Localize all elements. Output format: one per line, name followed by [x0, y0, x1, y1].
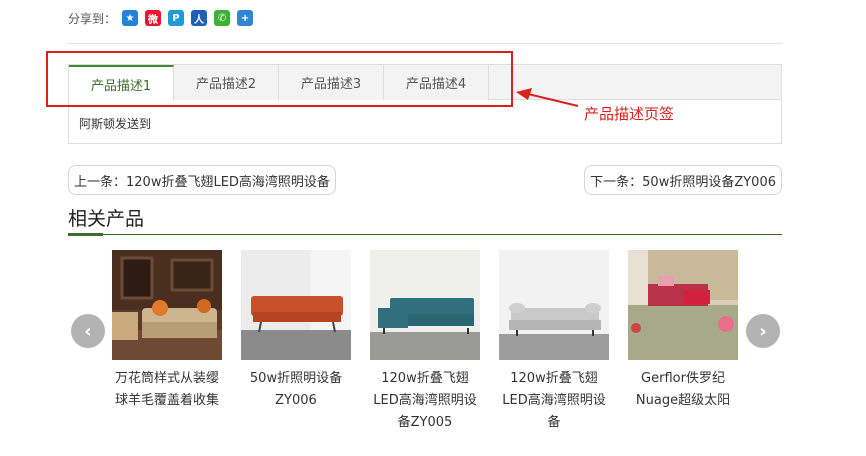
product-image[interactable]: [370, 250, 480, 360]
product-name[interactable]: 120w折叠飞翅LED高海湾照明设备: [494, 368, 614, 434]
product-image[interactable]: [241, 250, 351, 360]
product-name[interactable]: 120w折叠飞翅LED高海湾照明设备ZY005: [365, 368, 485, 434]
product-image[interactable]: [628, 250, 738, 360]
next-product-link[interactable]: 下一条：50w折照明设备ZY006: [584, 165, 782, 195]
tab-description-3[interactable]: 产品描述3: [279, 65, 384, 100]
share-bar: 分享到： ★ 微 P 人 ✆ +: [68, 9, 260, 27]
product-card[interactable]: 万花筒样式从装缨球羊毛覆盖着收集: [107, 250, 227, 412]
qzone-icon[interactable]: ★: [122, 10, 139, 26]
wechat-icon[interactable]: ✆: [214, 10, 231, 26]
carousel-prev-button[interactable]: ‹: [71, 314, 105, 348]
tab-description-4[interactable]: 产品描述4: [384, 65, 489, 100]
product-image[interactable]: [112, 250, 222, 360]
tab-content: 阿斯顿发送到: [79, 117, 152, 131]
product-name[interactable]: 万花筒样式从装缨球羊毛覆盖着收集: [107, 368, 227, 412]
tencent-weibo-icon[interactable]: P: [168, 10, 185, 26]
tab-description-2[interactable]: 产品描述2: [174, 65, 279, 100]
product-card[interactable]: 120w折叠飞翅LED高海湾照明设备: [494, 250, 614, 434]
chevron-right-icon: ›: [759, 320, 767, 342]
annotation-label: 产品描述页签: [584, 105, 675, 123]
renren-icon[interactable]: 人: [191, 10, 208, 26]
annotation-arrow-icon: [516, 88, 579, 107]
product-tabs: 产品描述1 产品描述2 产品描述3 产品描述4 阿斯顿发送到: [68, 64, 782, 144]
product-name[interactable]: Gerflor佚罗纪Nuage超级太阳: [623, 368, 743, 412]
tab-description-1[interactable]: 产品描述1: [69, 65, 174, 101]
product-card[interactable]: 120w折叠飞翅LED高海湾照明设备ZY005: [365, 250, 485, 434]
product-image[interactable]: [499, 250, 609, 360]
prev-product-link[interactable]: 上一条：120w折叠飞翅LED高海湾照明设备: [68, 165, 336, 195]
carousel-next-button[interactable]: ›: [746, 314, 780, 348]
more-share-icon[interactable]: +: [237, 10, 254, 26]
share-label: 分享到：: [68, 11, 117, 26]
section-accent-bar: [68, 233, 103, 236]
product-card[interactable]: Gerflor佚罗纪Nuage超级太阳: [623, 250, 743, 412]
chevron-left-icon: ‹: [84, 320, 92, 342]
related-products-title: 相关产品: [68, 208, 145, 230]
tab-bar: 产品描述1 产品描述2 产品描述3 产品描述4: [69, 65, 781, 101]
divider: [68, 43, 782, 44]
section-divider: [68, 234, 782, 235]
product-name[interactable]: 50w折照明设备ZY006: [236, 368, 356, 412]
product-card[interactable]: 50w折照明设备ZY006: [236, 250, 356, 412]
weibo-icon[interactable]: 微: [145, 10, 162, 26]
